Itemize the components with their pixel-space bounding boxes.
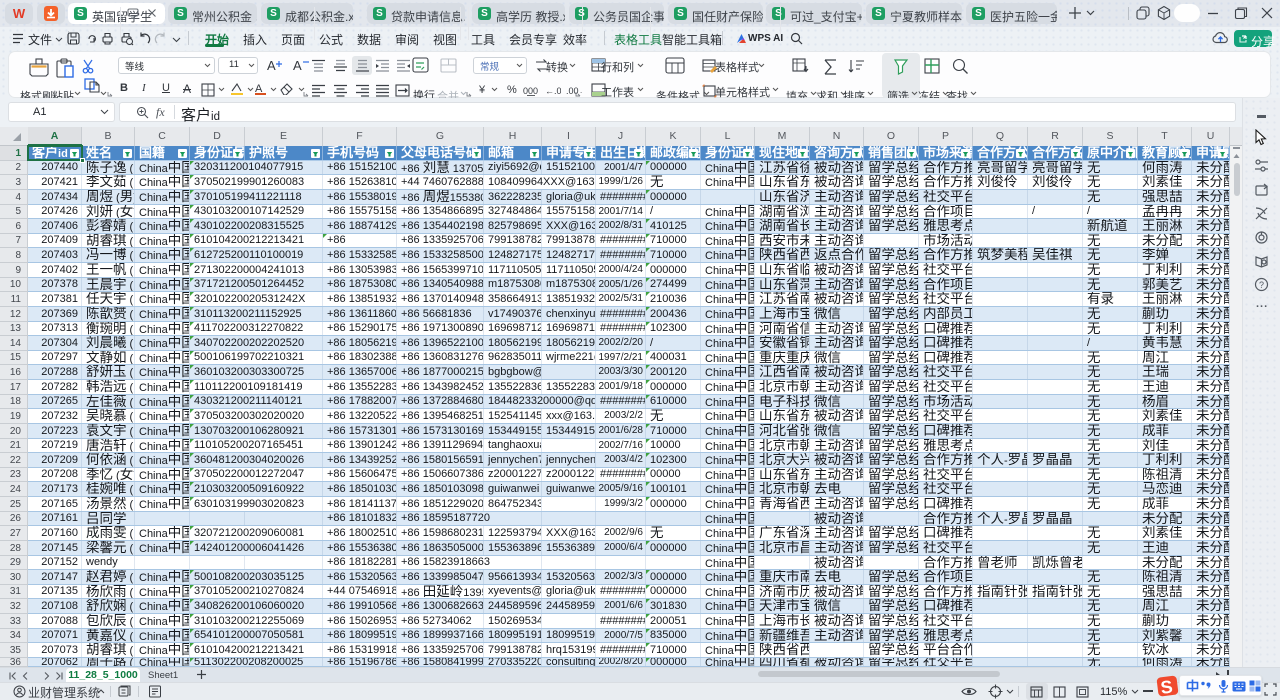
svg-text:A: A [293, 58, 302, 73]
svg-text:000: 000 [523, 86, 538, 96]
svg-text:←.0: ←.0 [545, 86, 561, 96]
svg-text:A: A [267, 58, 276, 73]
svg-text:S: S [1159, 677, 1173, 698]
svg-text:?: ? [1259, 280, 1264, 290]
svg-text:W: W [13, 6, 26, 21]
